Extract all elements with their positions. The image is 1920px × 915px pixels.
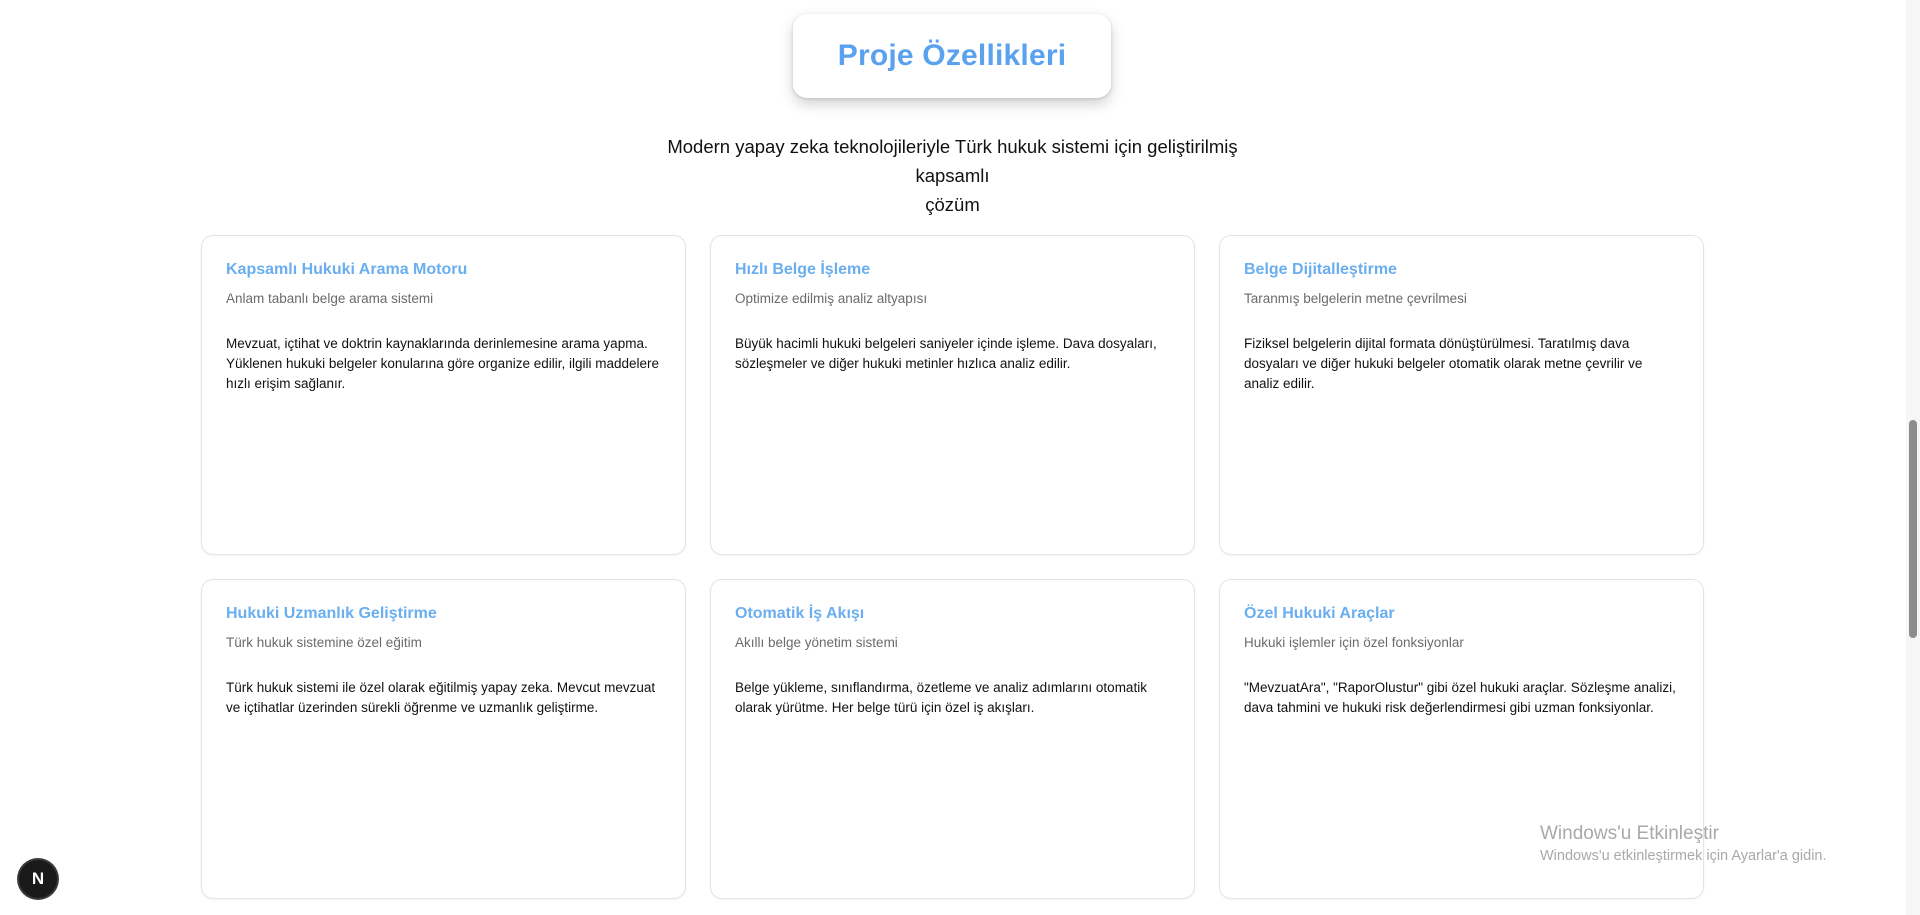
feature-card-description: Mevzuat, içtihat ve doktrin kaynaklarınd… — [226, 336, 660, 391]
nextjs-logo-icon: N — [31, 869, 45, 888]
feature-grid: Kapsamlı Hukuki Arama Motoru Anlam taban… — [201, 235, 1705, 899]
watermark-title: Windows'u Etkinleştir — [1540, 823, 1719, 844]
subtitle-line-2: çözüm — [925, 194, 980, 215]
feature-card-title: Otomatik İş Akışı — [735, 605, 865, 622]
feature-card-title: Hızlı Belge İşleme — [735, 261, 871, 278]
feature-card-subtitle: Türk hukuk sistemine özel eğitim — [226, 635, 422, 650]
feature-card-title: Kapsamlı Hukuki Arama Motoru — [226, 261, 468, 278]
feature-card-search-engine: Kapsamlı Hukuki Arama Motoru Anlam taban… — [201, 235, 686, 555]
feature-card-description: Fiziksel belgelerin dijital formata dönü… — [1244, 336, 1643, 391]
feature-card-title: Hukuki Uzmanlık Geliştirme — [226, 605, 437, 622]
feature-card-description: Türk hukuk sistemi ile özel olarak eğiti… — [226, 680, 656, 715]
feature-card-subtitle: Taranmış belgelerin metne çevrilmesi — [1244, 291, 1467, 306]
page: Proje Özellikleri Modern yapay zeka tekn… — [0, 0, 1920, 915]
feature-card-subtitle: Hukuki işlemler için özel fonksiyonlar — [1244, 635, 1464, 650]
section-title: Proje Özellikleri — [837, 39, 1067, 72]
feature-card-subtitle: Anlam tabanlı belge arama sistemi — [226, 291, 434, 306]
watermark-subtitle: Windows'u etkinleştirmek için Ayarlar'a … — [1540, 848, 1827, 864]
feature-card-description: "MevzuatAra", "RaporOlustur" gibi özel h… — [1244, 680, 1676, 715]
feature-card-workflow: Otomatik İş Akışı Akıllı belge yönetim s… — [710, 579, 1195, 899]
section-subtitle: Modern yapay zeka teknolojileriyle Türk … — [630, 132, 1275, 219]
nextjs-dev-indicator-button[interactable]: N — [19, 860, 57, 898]
section-title-card: Proje Özellikleri — [793, 14, 1111, 98]
windows-activation-watermark: Windows'u Etkinleştir Windows'u etkinleş… — [1540, 822, 1827, 866]
feature-card-expertise: Hukuki Uzmanlık Geliştirme Türk hukuk si… — [201, 579, 686, 899]
feature-card-fast-processing: Hızlı Belge İşleme Optimize edilmiş anal… — [710, 235, 1195, 555]
feature-card-digitization: Belge Dijitalleştirme Taranmış belgeleri… — [1219, 235, 1704, 555]
feature-card-subtitle: Akıllı belge yönetim sistemi — [735, 635, 898, 650]
feature-card-subtitle: Optimize edilmiş analiz altyapısı — [735, 291, 928, 306]
subtitle-line-1: Modern yapay zeka teknolojileriyle Türk … — [667, 136, 1238, 186]
page-scrollbar[interactable] — [1906, 0, 1920, 915]
feature-card-title: Özel Hukuki Araçlar — [1244, 605, 1395, 622]
feature-card-description: Büyük hacimli hukuki belgeleri saniyeler… — [735, 336, 1157, 371]
feature-card-description: Belge yükleme, sınıflandırma, özetleme v… — [735, 680, 1147, 715]
scrollbar-thumb[interactable] — [1909, 420, 1917, 638]
feature-card-title: Belge Dijitalleştirme — [1244, 261, 1397, 278]
